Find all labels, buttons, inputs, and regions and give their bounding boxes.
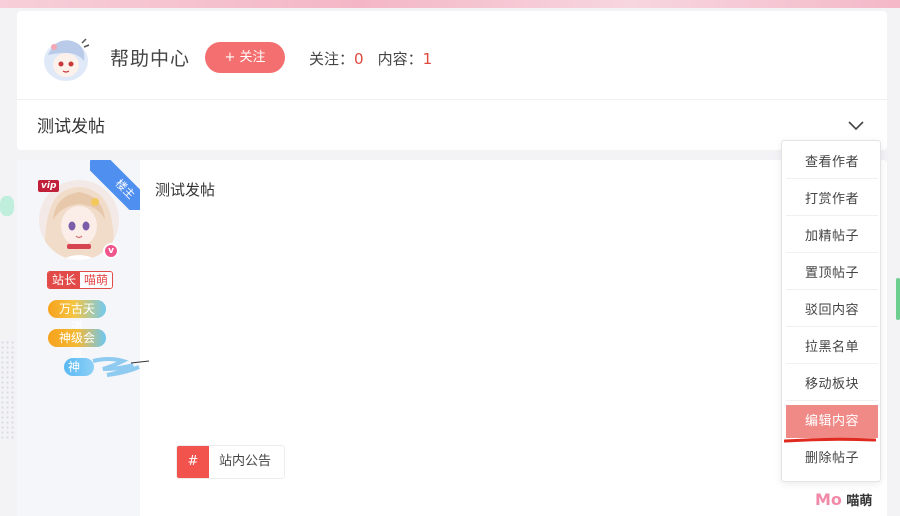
- host-badge: 楼主: [90, 160, 140, 210]
- post-content: 测试发帖: [155, 181, 216, 199]
- side-tab-indicator: [896, 278, 900, 320]
- vip-badge: vip: [38, 180, 60, 192]
- menu-item-feature-post[interactable]: 加精帖子: [786, 220, 878, 253]
- post-tag-chip[interactable]: # 站内公告: [176, 445, 285, 479]
- verified-badge-icon: v: [103, 243, 119, 259]
- hash-icon: #: [177, 446, 209, 478]
- redaction-scribble: [92, 357, 149, 377]
- highlight-underline: [784, 437, 876, 443]
- level-badge-1: 万古天道: [48, 300, 106, 334]
- menu-item-tip-author[interactable]: 打赏作者: [786, 183, 878, 216]
- forum-header-card: 帮助中心 + 关注 关注：0 内容：1 测试发帖: [17, 11, 887, 150]
- decorative-dots: [0, 340, 16, 440]
- forum-avatar-icon[interactable]: [38, 33, 94, 85]
- menu-item-view-author[interactable]: 查看作者: [786, 146, 878, 179]
- host-ribbon: 楼主: [90, 160, 140, 210]
- followers-count: 0: [354, 50, 364, 68]
- level-badge-2: 神级会员: [48, 329, 106, 363]
- menu-item-edit-content[interactable]: 编辑内容: [786, 405, 878, 438]
- post-actions-menu: 查看作者 打赏作者 加精帖子 置顶帖子 驳回内容 拉黑名单 移动板块 编辑内容 …: [781, 140, 881, 482]
- followers-label: 关注：: [309, 50, 355, 68]
- menu-item-move-board[interactable]: 移动板块: [786, 368, 878, 401]
- author-panel: vip v 楼主 站长 喵萌 万古天道 神级会员 神: [17, 160, 149, 516]
- forum-name: 帮助中心: [110, 48, 191, 70]
- top-decoration-stripe: [0, 0, 900, 8]
- site-watermark: Mo 喵萌: [815, 490, 872, 509]
- thread-title: 测试发帖: [37, 117, 105, 137]
- forum-stats: 关注：0 内容：1: [309, 48, 432, 69]
- post-tag-label: 站内公告: [219, 454, 272, 469]
- menu-item-pin-post[interactable]: 置顶帖子: [786, 257, 878, 290]
- role-secondary: 喵萌: [80, 272, 113, 288]
- content-label: 内容：: [377, 50, 423, 68]
- decorative-flower: [0, 196, 14, 216]
- role-primary: 站长: [48, 272, 81, 288]
- forum-info-bar: 帮助中心 + 关注 关注：0 内容：1: [17, 11, 887, 100]
- menu-item-blacklist[interactable]: 拉黑名单: [786, 331, 878, 364]
- watermark-brand: 喵萌: [846, 494, 873, 509]
- follow-button[interactable]: + 关注: [205, 42, 285, 73]
- content-count: 1: [422, 50, 433, 68]
- menu-item-reject-content[interactable]: 驳回内容: [786, 294, 878, 327]
- watermark-mark: Mo: [815, 490, 842, 509]
- chevron-down-icon[interactable]: [847, 119, 865, 133]
- post-card: vip v 楼主 站长 喵萌 万古天道 神级会员 神 测试发帖 # 站内公告: [17, 160, 887, 516]
- menu-item-delete-post[interactable]: 删除帖子: [786, 442, 878, 475]
- role-tag: 站长 喵萌: [47, 271, 114, 289]
